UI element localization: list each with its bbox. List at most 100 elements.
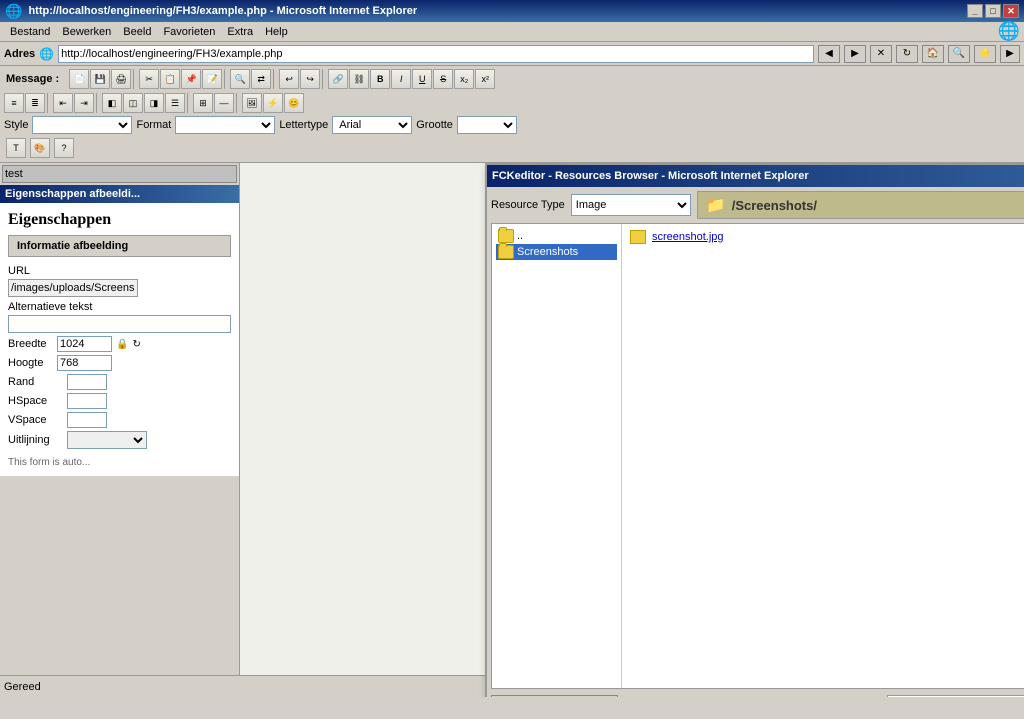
sep7 <box>187 93 191 113</box>
sup-btn[interactable]: x² <box>475 69 495 89</box>
search-button[interactable]: 🔍 <box>948 45 970 63</box>
grootte-select[interactable] <box>457 116 517 134</box>
format-select[interactable] <box>175 116 275 134</box>
indent-btn[interactable]: ⇥ <box>74 93 94 113</box>
test-area: test <box>2 165 237 183</box>
maximize-button[interactable]: □ <box>985 4 1001 18</box>
dialog-titlebar: FCKeditor - Resources Browser - Microsof… <box>487 165 1024 187</box>
ol-btn[interactable]: ≣ <box>25 93 45 113</box>
uitlijning-select[interactable] <box>67 431 147 449</box>
redo-btn[interactable]: ↪ <box>300 69 320 89</box>
minimize-button[interactable]: _ <box>967 4 983 18</box>
sep1 <box>133 69 137 89</box>
menu-extra[interactable]: Extra <box>221 24 259 40</box>
favorites-button[interactable]: ⭐ <box>974 45 996 63</box>
hspace-label: HSpace <box>8 395 63 407</box>
tree-item-screenshots[interactable]: Screenshots <box>496 244 617 260</box>
align-center-btn[interactable]: ◫ <box>123 93 143 113</box>
url-input[interactable] <box>8 279 138 297</box>
help-btn[interactable]: ? <box>54 138 74 158</box>
refresh-button[interactable]: ↻ <box>896 45 918 63</box>
tree-item-parent[interactable]: .. <box>496 228 617 244</box>
strikethrough-btn[interactable]: S <box>433 69 453 89</box>
sep6 <box>96 93 100 113</box>
dialog-bottom: Create New Folder Upload a new file in t… <box>491 693 1024 697</box>
vspace-label: VSpace <box>8 414 63 426</box>
hoogte-input[interactable] <box>57 355 112 371</box>
code-btn[interactable]: 📄 <box>69 69 89 89</box>
address-label: Adres <box>4 48 35 60</box>
unlink-btn[interactable]: ⛓ <box>349 69 369 89</box>
right-area: FCKeditor - Resources Browser - Microsof… <box>240 163 1024 697</box>
browser-titlebar: 🌐 http://localhost/engineering/FH3/examp… <box>0 0 1024 22</box>
fck-dialog: FCKeditor - Resources Browser - Microsof… <box>485 163 1024 697</box>
menu-favorieten[interactable]: Favorieten <box>157 24 221 40</box>
forward-button[interactable]: ▶ <box>844 45 866 63</box>
breedte-input[interactable] <box>57 336 112 352</box>
refresh-icon[interactable]: ↻ <box>132 339 140 350</box>
lettertype-label: Lettertype <box>279 119 328 131</box>
copy-btn[interactable]: 📋 <box>160 69 180 89</box>
align-justify-btn[interactable]: ☰ <box>165 93 185 113</box>
align-left-btn[interactable]: ◧ <box>102 93 122 113</box>
paste-btn[interactable]: 📌 <box>181 69 201 89</box>
current-path: /Screenshots/ <box>732 198 817 213</box>
file-name[interactable]: screenshot.jpg <box>652 231 1024 243</box>
underline-btn[interactable]: U <box>412 69 432 89</box>
extra-btn1[interactable]: T <box>6 138 26 158</box>
toolbar-row-1: 📄 💾 🖨 ✂ 📋 📌 📝 🔍 ⇄ ↩ ↪ 🔗 ⛓ B I U <box>67 68 497 90</box>
sub-btn[interactable]: x₂ <box>454 69 474 89</box>
lettertype-select[interactable]: Arial <box>332 116 412 134</box>
align-right-btn[interactable]: ◨ <box>144 93 164 113</box>
upload-file-input[interactable] <box>887 695 1024 697</box>
form-notice: This form is auto... <box>8 457 231 468</box>
smiley-btn[interactable]: 😊 <box>284 93 304 113</box>
paste-text-btn[interactable]: 📝 <box>202 69 222 89</box>
alt-input[interactable] <box>8 315 231 333</box>
resource-type-select[interactable]: Image File Flash Media <box>571 194 691 216</box>
hspace-input[interactable] <box>67 393 107 409</box>
undo-btn[interactable]: ↩ <box>279 69 299 89</box>
rand-input[interactable] <box>67 374 107 390</box>
breedte-row: Breedte 🔒 ↻ <box>8 336 231 352</box>
uitlijning-row: Uitlijning <box>8 431 231 449</box>
menu-bestand[interactable]: Bestand <box>4 24 56 40</box>
image-btn[interactable]: 🖼 <box>242 93 262 113</box>
create-folder-button[interactable]: Create New Folder <box>491 695 618 697</box>
message-label: Message : <box>6 73 59 85</box>
bold-btn[interactable]: B <box>370 69 390 89</box>
close-button[interactable]: ✕ <box>1003 4 1019 18</box>
go-button[interactable]: ▶ <box>1000 45 1020 63</box>
address-input[interactable] <box>58 45 814 63</box>
italic-btn[interactable]: I <box>391 69 411 89</box>
extra-btn2[interactable]: 🎨 <box>30 138 50 158</box>
menu-bewerken[interactable]: Bewerken <box>56 24 117 40</box>
cut-btn[interactable]: ✂ <box>139 69 159 89</box>
vspace-input[interactable] <box>67 412 107 428</box>
outdent-btn[interactable]: ⇤ <box>53 93 73 113</box>
flash-btn[interactable]: ⚡ <box>263 93 283 113</box>
back-button[interactable]: ◀ <box>818 45 840 63</box>
home-button[interactable]: 🏠 <box>922 45 944 63</box>
main-area: test Eigenschappen afbeeldi... Eigenscha… <box>0 163 1024 697</box>
list-item[interactable]: screenshot.jpg 198 KB <box>626 228 1024 246</box>
parent-folder-icon <box>498 229 514 243</box>
ul-btn[interactable]: ≡ <box>4 93 24 113</box>
style-select[interactable] <box>32 116 132 134</box>
replace-btn[interactable]: ⇄ <box>251 69 271 89</box>
hr-btn[interactable]: — <box>214 93 234 113</box>
menu-beeld[interactable]: Beeld <box>117 24 157 40</box>
table-btn[interactable]: ⊞ <box>193 93 213 113</box>
link-btn[interactable]: 🔗 <box>328 69 348 89</box>
ie-logo-icon: 🌐 <box>5 3 22 20</box>
find-btn[interactable]: 🔍 <box>230 69 250 89</box>
url-label: URL <box>8 265 231 277</box>
menu-help[interactable]: Help <box>259 24 294 40</box>
print-btn[interactable]: 🖨 <box>111 69 131 89</box>
browser-content: Message : 📄 💾 🖨 ✂ 📋 📌 📝 🔍 ⇄ ↩ ↪ 🔗 ⛓ B <box>0 66 1024 697</box>
save-btn[interactable]: 💾 <box>90 69 110 89</box>
file-icon <box>630 230 646 244</box>
stop-button[interactable]: ✕ <box>870 45 892 63</box>
rand-label: Rand <box>8 376 63 388</box>
sep4 <box>322 69 326 89</box>
